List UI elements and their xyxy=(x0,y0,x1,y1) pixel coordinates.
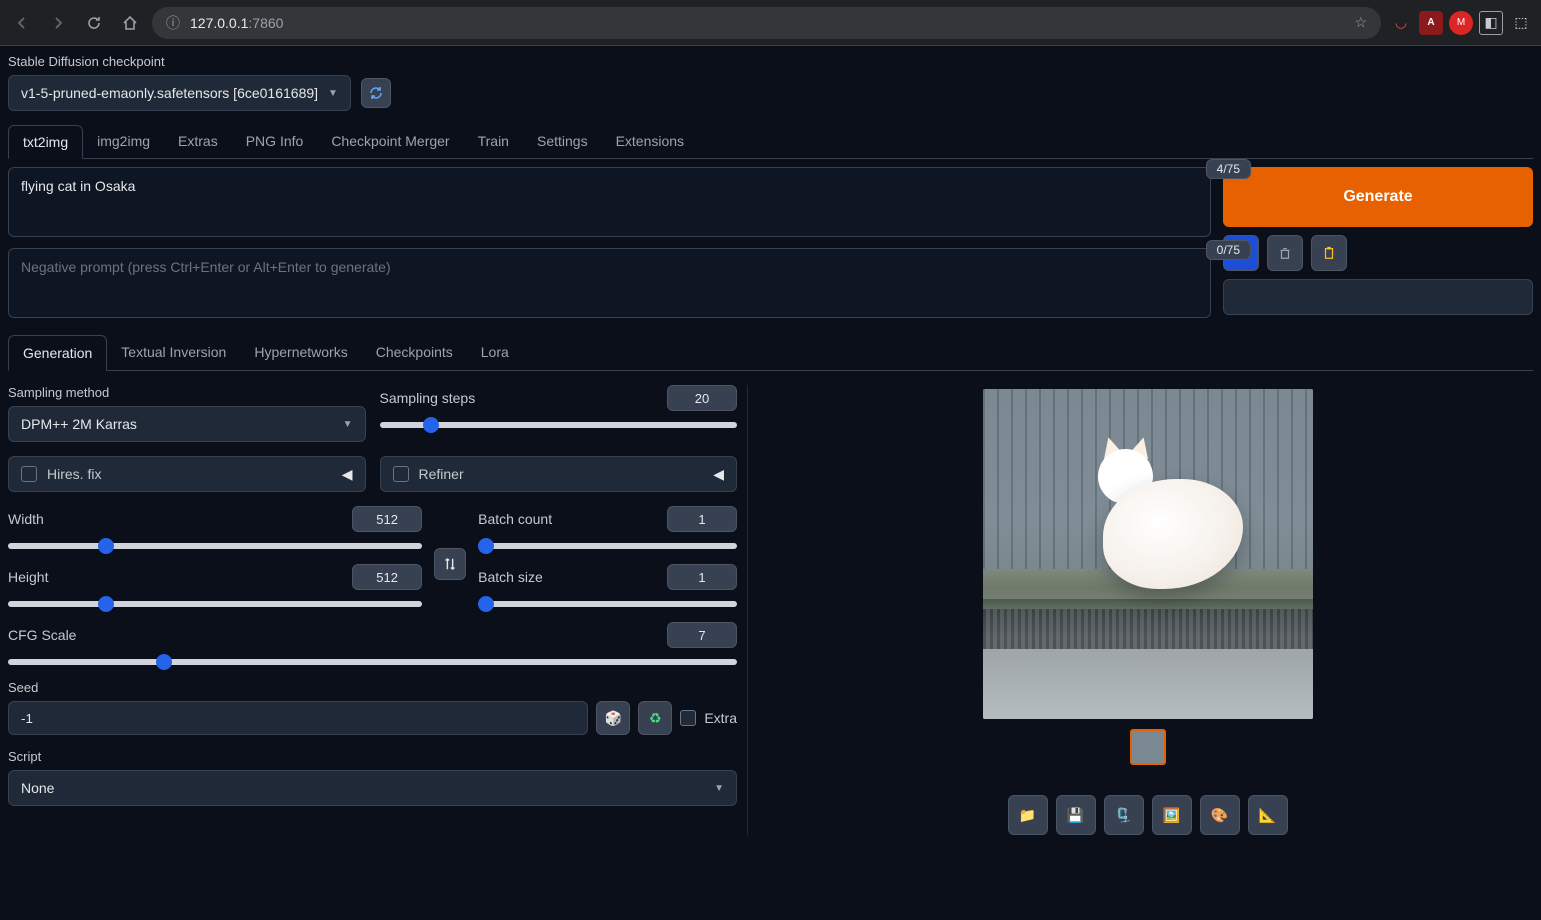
batch-size-slider[interactable] xyxy=(478,601,737,607)
site-info-icon[interactable]: ⓘ xyxy=(166,13,180,33)
zip-button[interactable]: 🗜️ xyxy=(1104,795,1144,835)
height-value[interactable]: 512 xyxy=(352,564,422,590)
refiner-accordion[interactable]: Refiner ◀ xyxy=(380,456,738,492)
expand-icon: ◀ xyxy=(342,466,353,483)
checkpoint-select[interactable]: v1-5-pruned-emaonly.safetensors [6ce0161… xyxy=(8,75,351,111)
height-slider[interactable] xyxy=(8,601,422,607)
prompt-input[interactable] xyxy=(8,167,1211,237)
sampling-method-label: Sampling method xyxy=(8,385,366,400)
send-to-extras-button[interactable]: 📐 xyxy=(1248,795,1288,835)
refiner-label: Refiner xyxy=(419,466,464,482)
styles-select[interactable] xyxy=(1223,279,1533,315)
seed-input[interactable] xyxy=(8,701,588,735)
caret-icon: ▼ xyxy=(343,419,353,430)
forward-icon[interactable] xyxy=(44,9,72,37)
random-seed-button[interactable]: 🎲 xyxy=(596,701,630,735)
sampling-steps-label: Sampling steps xyxy=(380,390,476,406)
save-button[interactable]: 💾 xyxy=(1056,795,1096,835)
hires-fix-label: Hires. fix xyxy=(47,466,101,482)
sampling-method-value: DPM++ 2M Karras xyxy=(21,416,137,432)
main-tabs: txt2img img2img Extras PNG Info Checkpoi… xyxy=(8,125,1533,159)
tab-checkpoint-merger[interactable]: Checkpoint Merger xyxy=(317,125,463,158)
send-to-img2img-button[interactable]: 🖼️ xyxy=(1152,795,1192,835)
negative-prompt-input[interactable] xyxy=(8,248,1211,318)
open-folder-button[interactable]: 📁 xyxy=(1008,795,1048,835)
hires-fix-accordion[interactable]: Hires. fix ◀ xyxy=(8,456,366,492)
cfg-label: CFG Scale xyxy=(8,627,76,643)
reload-icon[interactable] xyxy=(80,9,108,37)
neg-prompt-token-count: 0/75 xyxy=(1206,240,1251,260)
tab-train[interactable]: Train xyxy=(464,125,523,158)
browser-bar: ⓘ 127.0.0.1:7860 ☆ ◡ A M ◧ ⬚ xyxy=(0,0,1541,46)
refiner-checkbox[interactable] xyxy=(393,466,409,482)
batch-count-slider[interactable] xyxy=(478,543,737,549)
seed-extra-checkbox[interactable] xyxy=(680,710,696,726)
cfg-slider[interactable] xyxy=(8,659,737,665)
script-select[interactable]: None ▼ xyxy=(8,770,737,806)
subtab-lora[interactable]: Lora xyxy=(467,335,523,370)
refresh-checkpoint-button[interactable] xyxy=(361,78,391,108)
height-label: Height xyxy=(8,569,48,585)
width-value[interactable]: 512 xyxy=(352,506,422,532)
seed-extra-label: Extra xyxy=(704,710,737,726)
hires-fix-checkbox[interactable] xyxy=(21,466,37,482)
pdf-icon[interactable]: A xyxy=(1419,11,1443,35)
prompt-token-count: 4/75 xyxy=(1206,159,1251,179)
tab-extensions[interactable]: Extensions xyxy=(602,125,698,158)
ext4-icon[interactable]: ◧ xyxy=(1479,11,1503,35)
script-label: Script xyxy=(8,749,737,764)
swap-dimensions-button[interactable] xyxy=(434,548,466,580)
script-value: None xyxy=(21,780,54,796)
output-image[interactable] xyxy=(983,389,1313,719)
pocket-icon[interactable]: ◡ xyxy=(1389,11,1413,35)
expand-icon: ◀ xyxy=(713,466,724,483)
sampling-steps-slider[interactable] xyxy=(380,422,738,428)
send-to-inpaint-button[interactable]: 🎨 xyxy=(1200,795,1240,835)
sub-tabs: Generation Textual Inversion Hypernetwor… xyxy=(8,335,1533,371)
reuse-seed-button[interactable]: ♻ xyxy=(638,701,672,735)
mendeley-icon[interactable]: M xyxy=(1449,11,1473,35)
sampling-method-select[interactable]: DPM++ 2M Karras ▼ xyxy=(8,406,366,442)
url-bar[interactable]: ⓘ 127.0.0.1:7860 ☆ xyxy=(152,7,1381,39)
extension-icons: ◡ A M ◧ ⬚ xyxy=(1389,11,1533,35)
star-icon[interactable]: ☆ xyxy=(1354,14,1367,31)
generate-button[interactable]: Generate xyxy=(1223,167,1533,227)
extensions-icon[interactable]: ⬚ xyxy=(1509,11,1533,35)
sampling-steps-value[interactable]: 20 xyxy=(667,385,737,411)
subtab-textual-inversion[interactable]: Textual Inversion xyxy=(107,335,240,370)
output-thumbnail[interactable] xyxy=(1130,729,1166,765)
checkpoint-label: Stable Diffusion checkpoint xyxy=(8,54,1533,69)
caret-icon: ▼ xyxy=(328,88,338,99)
tab-extras[interactable]: Extras xyxy=(164,125,232,158)
tab-txt2img[interactable]: txt2img xyxy=(8,125,83,159)
width-slider[interactable] xyxy=(8,543,422,549)
subtab-checkpoints[interactable]: Checkpoints xyxy=(362,335,467,370)
clear-prompt-button[interactable] xyxy=(1267,235,1303,271)
tab-settings[interactable]: Settings xyxy=(523,125,602,158)
caret-icon: ▼ xyxy=(714,783,724,794)
tab-pnginfo[interactable]: PNG Info xyxy=(232,125,318,158)
batch-size-label: Batch size xyxy=(478,569,543,585)
subtab-generation[interactable]: Generation xyxy=(8,335,107,371)
url-text: 127.0.0.1:7860 xyxy=(190,15,283,31)
batch-count-value[interactable]: 1 xyxy=(667,506,737,532)
paste-button[interactable] xyxy=(1311,235,1347,271)
subtab-hypernetworks[interactable]: Hypernetworks xyxy=(240,335,361,370)
home-icon[interactable] xyxy=(116,9,144,37)
batch-count-label: Batch count xyxy=(478,511,552,527)
checkpoint-value: v1-5-pruned-emaonly.safetensors [6ce0161… xyxy=(21,85,318,101)
back-icon[interactable] xyxy=(8,9,36,37)
tab-img2img[interactable]: img2img xyxy=(83,125,164,158)
seed-label: Seed xyxy=(8,680,737,695)
batch-size-value[interactable]: 1 xyxy=(667,564,737,590)
width-label: Width xyxy=(8,511,44,527)
cfg-value[interactable]: 7 xyxy=(667,622,737,648)
